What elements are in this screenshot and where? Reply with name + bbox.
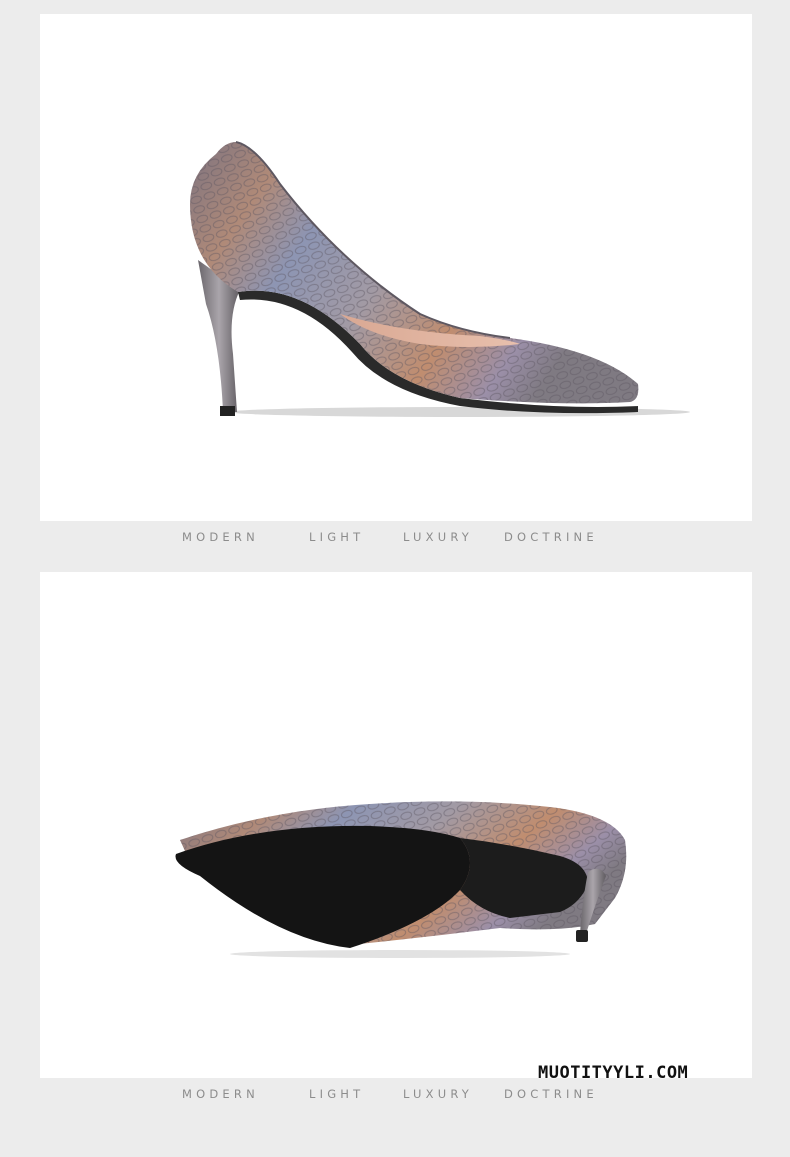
tagline-word-modern: MODERN	[182, 1087, 259, 1101]
tagline-word-doctrine: DOCTRINE	[504, 1087, 598, 1101]
tagline-word-light: LIGHT	[309, 530, 365, 544]
tagline-word-luxury: LUXURY	[403, 1087, 474, 1101]
tagline-word-luxury: LUXURY	[403, 530, 474, 544]
tagline-top: MODERN LIGHT LUXURY DOCTRINE	[0, 530, 790, 550]
shoe-sole-view-image	[175, 801, 627, 958]
tagline-word-doctrine: DOCTRINE	[504, 530, 598, 544]
watermark-text: MUOTITYYLI.COM	[538, 1063, 689, 1083]
tagline-bottom: MODERN LIGHT LUXURY DOCTRINE	[0, 1087, 790, 1107]
tagline-word-light: LIGHT	[309, 1087, 365, 1101]
shoe-side-view-image	[190, 141, 690, 417]
product-photo-sole	[40, 572, 752, 1078]
tagline-word-modern: MODERN	[182, 530, 259, 544]
product-photo-side	[40, 14, 752, 521]
